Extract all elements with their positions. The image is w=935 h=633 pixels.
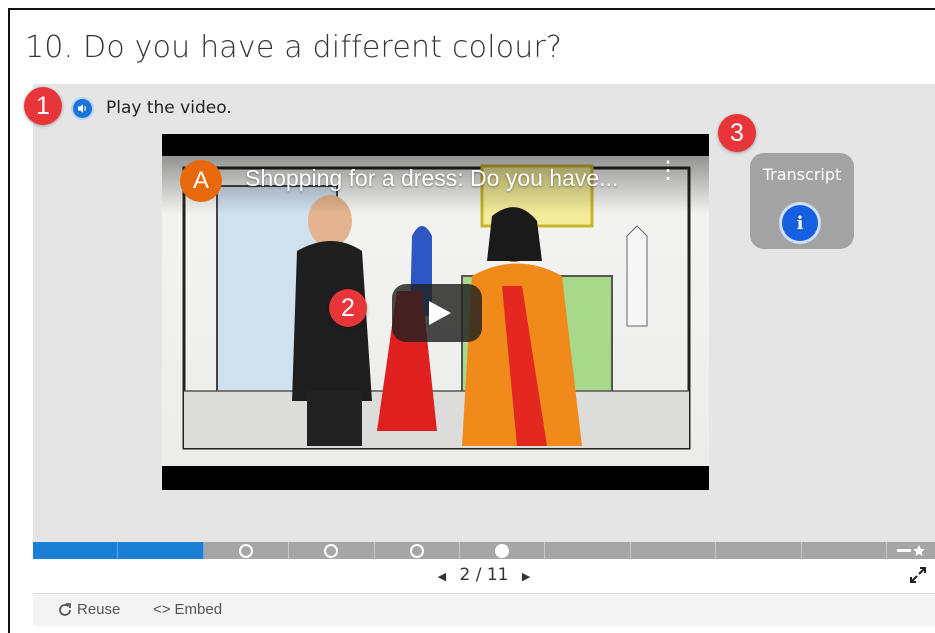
progress-segment[interactable] — [375, 542, 461, 559]
embed-label: Embed — [174, 601, 223, 618]
audio-play-icon[interactable] — [73, 99, 92, 118]
callout-badge-3: 3 — [718, 114, 756, 152]
reuse-label: Reuse — [77, 601, 121, 618]
progress-segment[interactable] — [289, 542, 375, 559]
fullscreen-icon[interactable] — [909, 566, 927, 589]
progress-segment[interactable] — [631, 542, 717, 559]
more-vert-icon[interactable]: ⋮ — [656, 159, 680, 183]
progress-segment[interactable] — [802, 542, 888, 559]
pager: ◀ 2 / 11 ▶ — [33, 559, 935, 593]
previous-arrow-icon[interactable]: ◀ — [430, 570, 454, 583]
next-arrow-icon[interactable]: ▶ — [514, 570, 538, 583]
progress-segment[interactable] — [204, 542, 290, 559]
progress-segment-current[interactable] — [460, 542, 546, 559]
progress-bar — [33, 542, 935, 559]
progress-segment[interactable] — [118, 542, 204, 559]
page-indicator: 2 / 11 — [459, 565, 509, 585]
reuse-button[interactable]: Reuse — [57, 601, 120, 618]
channel-avatar[interactable]: A — [180, 160, 222, 202]
current-dot-icon — [495, 544, 510, 558]
video-title[interactable]: Shopping for a dress: Do you have... — [245, 165, 618, 192]
refresh-icon — [59, 602, 71, 616]
info-icon[interactable]: i — [782, 205, 818, 241]
progress-segment[interactable] — [33, 542, 119, 559]
callout-badge-1: 1 — [24, 87, 62, 125]
callout-badge-2: 2 — [329, 289, 367, 327]
embed-button[interactable]: <> Embed — [153, 601, 222, 618]
play-button[interactable] — [392, 284, 482, 342]
instruction-text: Play the video. — [106, 98, 232, 118]
page-title: 10. Do you have a different colour? — [25, 30, 563, 65]
progress-segment[interactable] — [545, 542, 631, 559]
code-icon: <> — [153, 601, 171, 618]
video-player[interactable]: A Shopping for a dress: Do you have... ⋮ — [162, 134, 709, 490]
summary-star-icon[interactable] — [887, 542, 935, 559]
progress-segment[interactable] — [716, 542, 802, 559]
answer-dot-icon — [409, 544, 424, 558]
answer-dot-icon — [324, 544, 339, 558]
answer-dot-icon — [239, 544, 254, 558]
footer-bar: Reuse <> Embed — [33, 593, 935, 626]
transcript-label: Transcript — [762, 165, 842, 184]
transcript-button[interactable]: Transcript i — [750, 153, 854, 249]
